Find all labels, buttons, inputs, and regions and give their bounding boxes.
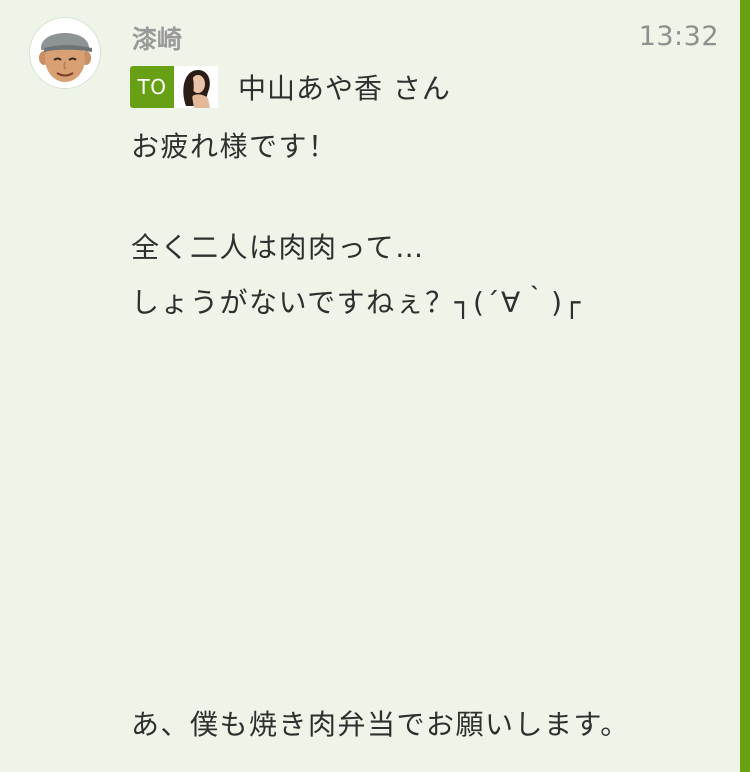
to-mention: TO 中山あや香 さん	[130, 66, 451, 108]
recipient-name: 中山あや香 さん	[238, 72, 451, 105]
unread-accent-bar	[740, 0, 750, 772]
recipient-avatar-icon[interactable]	[174, 66, 218, 108]
sender-name: 漆崎	[132, 25, 183, 54]
memoji-avatar-icon[interactable]	[30, 18, 100, 88]
to-badge: TO	[130, 66, 174, 108]
message-line: お疲れ様です！	[131, 130, 338, 163]
message-line: 全く二人は肉肉って…	[131, 231, 425, 264]
message-line: しょうがないですねぇ？┐(´∀｀)┌	[131, 286, 582, 319]
chat-message: 漆崎 13:32 TO 中山あや香 さん お疲れ様です！ 全く二人は肉肉って… …	[0, 0, 750, 772]
message-line: あ、僕も焼き肉弁当でお願いします。	[131, 708, 630, 741]
message-timestamp: 13:32	[638, 21, 719, 52]
